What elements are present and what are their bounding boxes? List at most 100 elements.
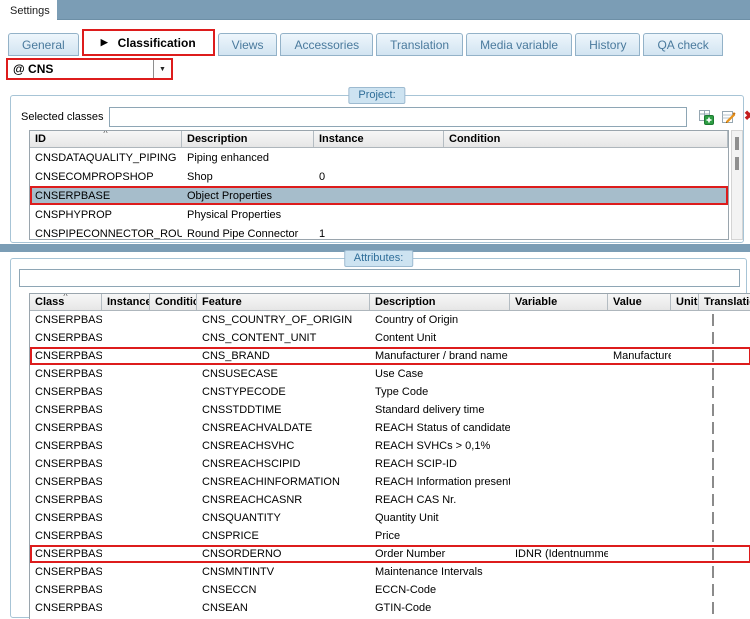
cell-id: CNSERPBASE xyxy=(30,190,182,202)
translation-checkbox[interactable] xyxy=(712,404,714,416)
table-row[interactable]: CNSERPBASECNS_COUNTRY_OF_ORIGINCountry o… xyxy=(30,311,750,329)
scrollbar-thumb[interactable] xyxy=(735,137,739,150)
window-titlebar: Settings xyxy=(0,0,750,21)
translation-checkbox[interactable] xyxy=(712,368,714,380)
table-row[interactable]: CNSECOMPROPSHOPShop0 xyxy=(30,167,728,186)
cell-translation xyxy=(699,494,750,506)
translation-checkbox[interactable] xyxy=(712,602,714,614)
tab-history[interactable]: History xyxy=(575,33,640,56)
translation-checkbox[interactable] xyxy=(712,440,714,452)
tab-views[interactable]: Views xyxy=(218,33,278,56)
cell-class: CNSERPBASE xyxy=(30,602,102,614)
translation-checkbox[interactable] xyxy=(712,548,714,560)
table-row[interactable]: CNSERPBASECNSREACHCASNRREACH CAS Nr. xyxy=(30,491,750,509)
cell-variable: IDNR (Identnummer) xyxy=(510,548,608,560)
translation-checkbox[interactable] xyxy=(712,512,714,524)
attributes-filter-input[interactable] xyxy=(19,269,740,287)
cell-description: REACH SCIP-ID xyxy=(370,458,510,470)
translation-checkbox[interactable] xyxy=(712,422,714,434)
cell-description: Quantity Unit xyxy=(370,512,510,524)
translation-checkbox[interactable] xyxy=(712,530,714,542)
table-row[interactable]: CNSERPBASECNSPRICEPrice xyxy=(30,527,750,545)
translation-checkbox[interactable] xyxy=(712,584,714,596)
column-header-description[interactable]: Description xyxy=(182,131,314,147)
tab-accessories[interactable]: Accessories xyxy=(280,33,373,56)
chevron-down-icon[interactable]: ▼ xyxy=(153,60,171,78)
table-row[interactable]: CNSERPBASECNS_CONTENT_UNITContent Unit xyxy=(30,329,750,347)
translation-checkbox[interactable] xyxy=(712,350,714,362)
column-header-instance[interactable]: Instance xyxy=(102,294,150,310)
column-header-condition[interactable]: Condition xyxy=(150,294,197,310)
column-header-description[interactable]: Description xyxy=(370,294,510,310)
project-classes-table: ID^DescriptionInstanceConditionCNSDATAQU… xyxy=(29,130,729,240)
translation-checkbox[interactable] xyxy=(712,566,714,578)
table-row[interactable]: CNSERPBASECNSREACHVALDATEREACH Status of… xyxy=(30,419,750,437)
cell-instance: 1 xyxy=(314,228,444,240)
table-row[interactable]: CNSERPBASECNSREACHSCIPIDREACH SCIP-ID xyxy=(30,455,750,473)
translation-checkbox[interactable] xyxy=(712,494,714,506)
table-row[interactable]: CNSERPBASECNSREACHINFORMATIONREACH Infor… xyxy=(30,473,750,491)
table-row[interactable]: CNSERPBASECNSORDERNOOrder NumberIDNR (Id… xyxy=(30,545,750,563)
cell-description: Order Number xyxy=(370,548,510,560)
table-row[interactable]: CNSERPBASECNS_BRANDManufacturer / brand … xyxy=(30,347,750,365)
translation-checkbox[interactable] xyxy=(712,458,714,470)
delete-icon[interactable]: ✖ xyxy=(741,107,750,124)
column-header-value[interactable]: Value xyxy=(608,294,671,310)
project-table-scrollbar[interactable] xyxy=(731,130,743,240)
edit-icon[interactable] xyxy=(720,108,737,125)
cell-description: Country of Origin xyxy=(370,314,510,326)
table-row[interactable]: CNSERPBASEObject Properties xyxy=(30,186,728,205)
cell-id: CNSECOMPROPSHOP xyxy=(30,171,182,183)
column-header-class[interactable]: Class^ xyxy=(30,294,102,310)
translation-checkbox[interactable] xyxy=(712,332,714,344)
column-header-label: Value xyxy=(613,296,642,308)
cell-feature: CNS_CONTENT_UNIT xyxy=(197,332,370,344)
translation-checkbox[interactable] xyxy=(712,314,714,326)
table-row[interactable]: CNSDATAQUALITY_PIPINGPiping enhanced xyxy=(30,148,728,167)
cell-feature: CNSMNTINTV xyxy=(197,566,370,578)
translation-checkbox[interactable] xyxy=(712,476,714,488)
add-icon[interactable] xyxy=(697,108,714,125)
table-row[interactable]: CNSERPBASECNSQUANTITYQuantity Unit xyxy=(30,509,750,527)
classification-system-dropdown[interactable]: @ CNS ▼ xyxy=(6,58,173,80)
window-tab-settings[interactable]: Settings xyxy=(0,0,57,21)
tab-label: History xyxy=(589,38,626,52)
table-row[interactable]: CNSERPBASECNSECCNECCN-Code xyxy=(30,581,750,599)
translation-checkbox[interactable] xyxy=(712,386,714,398)
titlebar-fill xyxy=(57,0,750,20)
column-header-unit[interactable]: Unit xyxy=(671,294,699,310)
table-row[interactable]: CNSERPBASECNSUSECASEUse Case xyxy=(30,365,750,383)
tab-translation[interactable]: Translation xyxy=(376,33,463,56)
selected-classes-input[interactable] xyxy=(109,107,687,127)
cell-class: CNSERPBASE xyxy=(30,314,102,326)
cell-feature: CNSREACHSVHC xyxy=(197,440,370,452)
tab-label: Translation xyxy=(390,38,449,52)
cell-translation xyxy=(699,314,750,326)
table-row[interactable]: CNSERPBASECNSMNTINTVMaintenance Interval… xyxy=(30,563,750,581)
table-row[interactable]: CNSPIPECONNECTOR_ROUNDRound Pipe Connect… xyxy=(30,224,728,240)
cell-id: CNSPHYPROP xyxy=(30,209,182,221)
table-row[interactable]: CNSPHYPROPPhysical Properties xyxy=(30,205,728,224)
column-header-translation[interactable]: Translation xyxy=(699,294,750,310)
tab-general[interactable]: General xyxy=(8,33,79,56)
tab-media-variable[interactable]: Media variable xyxy=(466,33,572,56)
column-header-label: Description xyxy=(375,296,436,308)
table-row[interactable]: CNSERPBASECNSREACHSVHCREACH SVHCs > 0,1% xyxy=(30,437,750,455)
cell-translation xyxy=(699,422,750,434)
table-row[interactable]: CNSERPBASECNSTYPECODEType Code xyxy=(30,383,750,401)
table-row[interactable]: CNSERPBASECNSEANGTIN-Code xyxy=(30,599,750,617)
tab-classification[interactable]: ▶Classification xyxy=(82,29,215,56)
cell-class: CNSERPBASE xyxy=(30,530,102,542)
column-header-feature[interactable]: Feature xyxy=(197,294,370,310)
column-header-variable[interactable]: Variable xyxy=(510,294,608,310)
column-header-label: Translation xyxy=(704,296,750,308)
tab-qa-check[interactable]: QA check xyxy=(643,33,722,56)
column-header-id[interactable]: ID^ xyxy=(30,131,182,147)
table-header: Class^InstanceConditionFeature Descriptio… xyxy=(30,294,750,311)
scrollbar-thumb[interactable] xyxy=(735,157,739,170)
cell-description: GTIN-Code xyxy=(370,602,510,614)
cell-class: CNSERPBASE xyxy=(30,350,102,362)
column-header-condition[interactable]: Condition xyxy=(444,131,728,147)
column-header-instance[interactable]: Instance xyxy=(314,131,444,147)
table-row[interactable]: CNSERPBASECNSSTDDTIMEStandard delivery t… xyxy=(30,401,750,419)
